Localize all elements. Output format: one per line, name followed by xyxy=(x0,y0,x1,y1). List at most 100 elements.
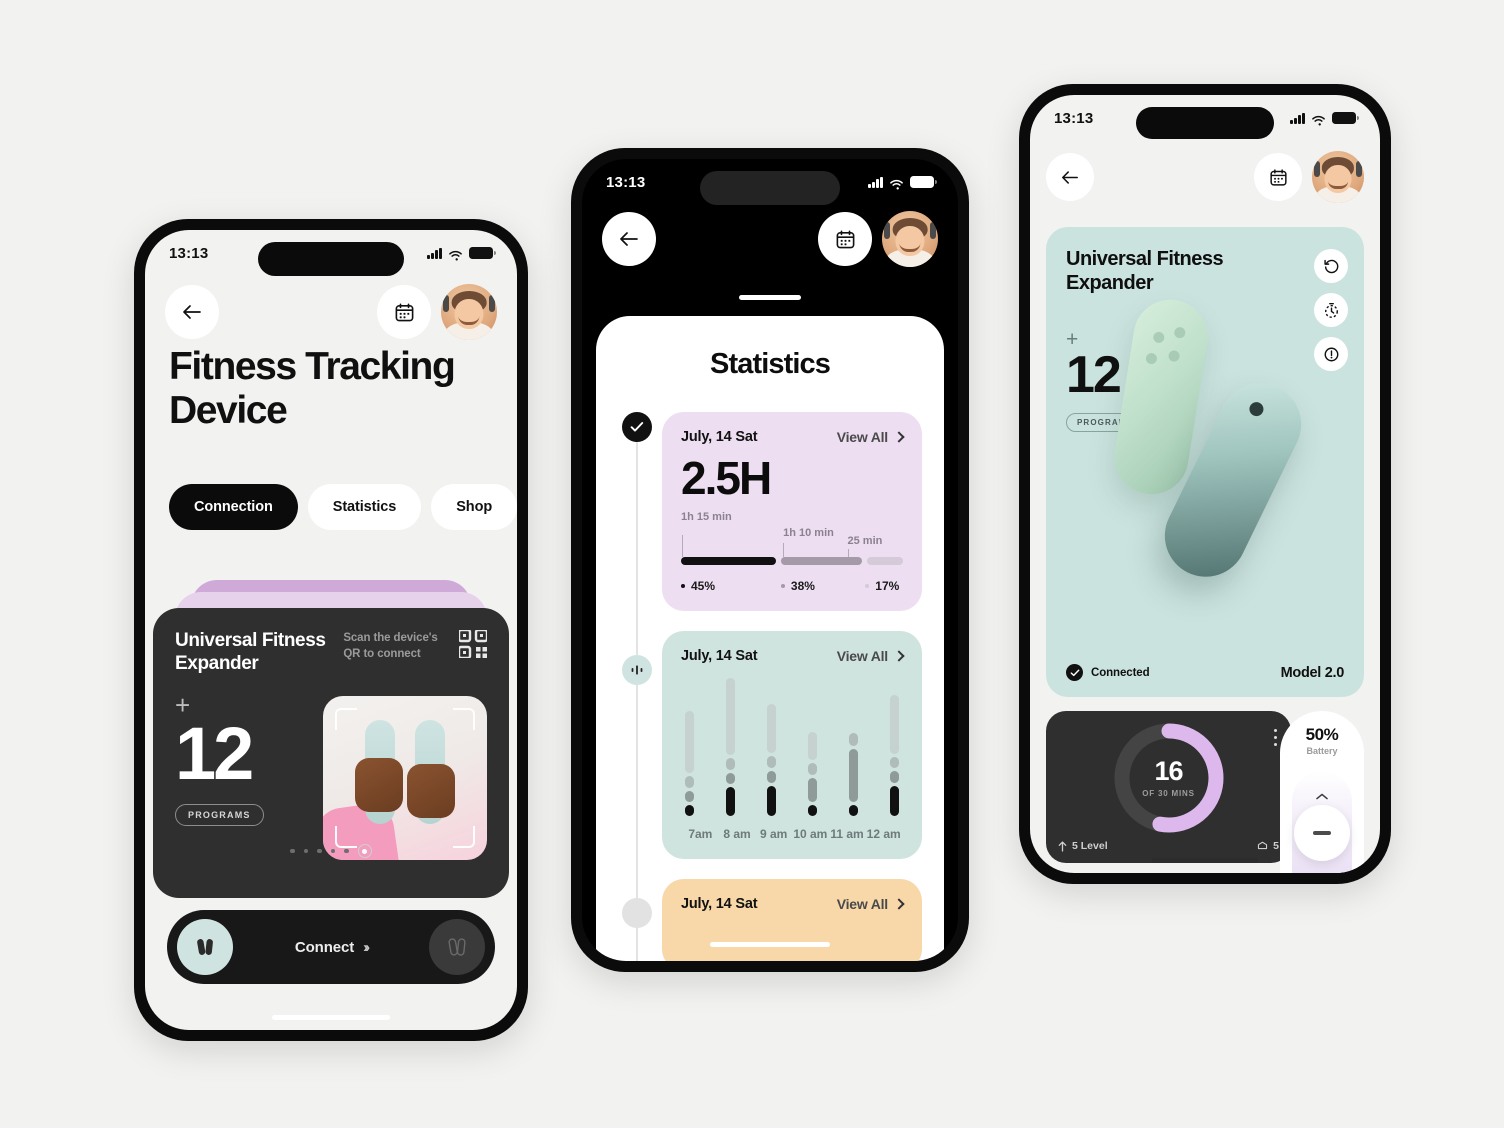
status-icons xyxy=(1290,112,1359,126)
tab-shop[interactable]: Shop xyxy=(431,484,517,530)
hand-left xyxy=(355,758,403,812)
pagination-dot-active[interactable] xyxy=(357,844,372,858)
top-navigation xyxy=(582,211,958,267)
calendar-button[interactable] xyxy=(1254,153,1302,201)
chevron-up-icon[interactable] xyxy=(1316,787,1328,800)
stat-card-header: July, 14 Sat View All xyxy=(681,429,905,445)
cellular-signal-icon xyxy=(1290,112,1305,124)
bar-label: 8 am xyxy=(723,827,751,841)
device-photo xyxy=(323,696,487,860)
history-rotate-icon[interactable] xyxy=(1314,249,1348,283)
avatar-headphone-left xyxy=(884,222,891,239)
avatar[interactable] xyxy=(882,211,938,267)
view-all-label: View All xyxy=(836,648,889,664)
bar-segment xyxy=(808,804,817,816)
pagination-dot[interactable] xyxy=(317,848,322,854)
bar-column xyxy=(726,678,735,816)
home-indicator xyxy=(1152,858,1258,863)
arrow-up-icon xyxy=(1058,840,1067,852)
avatar-headphone-right xyxy=(1356,161,1362,177)
tab-statistics[interactable]: Statistics xyxy=(307,484,422,530)
connect-label-group[interactable]: Connect ›› xyxy=(233,939,429,956)
bar-segment xyxy=(726,758,735,770)
view-all-link[interactable]: View All xyxy=(836,648,905,664)
sheet-title: Statistics xyxy=(710,348,831,380)
device-name: Universal Fitness Expander xyxy=(175,630,326,674)
hourly-bar-chart xyxy=(681,678,903,816)
battery-slider-card[interactable]: 50% Battery xyxy=(1280,711,1364,873)
timeline-node-done[interactable] xyxy=(622,412,652,442)
calendar-button[interactable] xyxy=(377,285,431,339)
back-button[interactable] xyxy=(1046,153,1094,201)
timeline-line xyxy=(636,428,638,961)
timer-card-footer: 5 Level 5 xyxy=(1058,840,1279,852)
segment-bar-2 xyxy=(781,557,862,565)
double-chevron-icon: ›› xyxy=(363,938,370,956)
battery-icon xyxy=(910,176,937,188)
bar-label: 10 am xyxy=(793,827,828,841)
pagination-dot[interactable] xyxy=(290,848,295,854)
phone-2-screen: 13:13 Statistics July, 14 Sat View All 2… xyxy=(582,159,958,961)
top-navigation xyxy=(1030,151,1380,203)
connect-bar[interactable]: Connect ›› xyxy=(167,910,495,984)
segment-percent-1: 45% xyxy=(681,579,781,593)
timer-value: 16 xyxy=(1154,756,1183,786)
carousel-pagination[interactable] xyxy=(153,844,509,858)
cellular-signal-icon xyxy=(427,247,442,259)
wifi-icon xyxy=(1311,113,1326,126)
pagination-dot[interactable] xyxy=(303,848,309,854)
dynamic-island xyxy=(700,171,840,205)
pagination-dot[interactable] xyxy=(330,848,336,854)
tab-bar: Connection Statistics Shop xyxy=(169,484,517,530)
scan-bracket-icon xyxy=(453,708,475,730)
back-button[interactable] xyxy=(602,212,656,266)
device-detail-card[interactable]: Universal Fitness Expander + 12 PROGRAMS xyxy=(1046,227,1364,697)
timeline-rail xyxy=(622,412,652,961)
back-button[interactable] xyxy=(165,285,219,339)
stat-card-duration[interactable]: July, 14 Sat View All 2.5H 1h 15 min 1h … xyxy=(662,412,922,611)
view-all-label: View All xyxy=(836,429,889,445)
chevron-right-icon xyxy=(893,431,905,443)
wifi-icon xyxy=(448,248,463,261)
scan-hint-group[interactable]: Scan the device's QR to connect xyxy=(343,628,489,676)
chevron-right-icon xyxy=(893,898,905,910)
scan-bracket-icon xyxy=(335,708,357,730)
calendar-button[interactable] xyxy=(818,212,872,266)
dynamic-island xyxy=(1136,107,1274,139)
segment-percent-value: 45% xyxy=(691,579,716,593)
total-duration: 2.5H xyxy=(681,452,772,504)
wifi-icon xyxy=(889,177,904,190)
view-all-link[interactable]: View All xyxy=(836,429,905,445)
qr-code-icon[interactable] xyxy=(457,628,489,660)
bar-segment xyxy=(767,771,776,783)
battery-slider-track[interactable] xyxy=(1292,771,1352,873)
bar-segment xyxy=(808,777,817,802)
phone-1-screen: 13:13 Fitness Tracking Device Connection… xyxy=(145,230,517,1030)
device-ghost-icon[interactable] xyxy=(429,919,485,975)
bar-segment xyxy=(849,733,858,746)
workout-timer-card[interactable]: 16 OF 30 MINS 5 Level 5 xyxy=(1046,711,1291,863)
more-vertical-icon[interactable] xyxy=(1273,729,1277,747)
stat-card-date: July, 14 Sat xyxy=(681,896,758,912)
bar-segment xyxy=(767,785,776,816)
view-all-link[interactable]: View All xyxy=(837,896,905,912)
sheet-grabber[interactable] xyxy=(739,295,801,300)
page-title: Fitness Tracking Device xyxy=(169,345,456,432)
avatar[interactable] xyxy=(1312,151,1364,203)
timeline-node-active[interactable] xyxy=(622,655,652,685)
device-card[interactable]: Universal Fitness Expander Scan the devi… xyxy=(153,608,509,898)
stat-card-peach[interactable]: July, 14 Sat View All xyxy=(662,879,922,961)
battery-slider-handle[interactable] xyxy=(1294,805,1350,861)
avatar[interactable] xyxy=(441,284,497,340)
device-pair-icon[interactable] xyxy=(177,919,233,975)
stat-card-hourly-chart[interactable]: July, 14 Sat View All 7am 8 am 9 am 10 am 11… xyxy=(662,631,922,859)
legend-dot-icon xyxy=(681,584,685,588)
device-card-stack: Universal Fitness Expander Scan the devi… xyxy=(153,580,509,898)
pagination-dot[interactable] xyxy=(344,848,349,854)
bar-label: 12 am xyxy=(866,827,901,841)
timeline-node-idle[interactable] xyxy=(622,898,652,928)
tab-connection[interactable]: Connection xyxy=(169,484,298,530)
bar-segment xyxy=(685,790,694,802)
bar-column xyxy=(890,678,899,816)
status-time: 13:13 xyxy=(606,173,646,191)
